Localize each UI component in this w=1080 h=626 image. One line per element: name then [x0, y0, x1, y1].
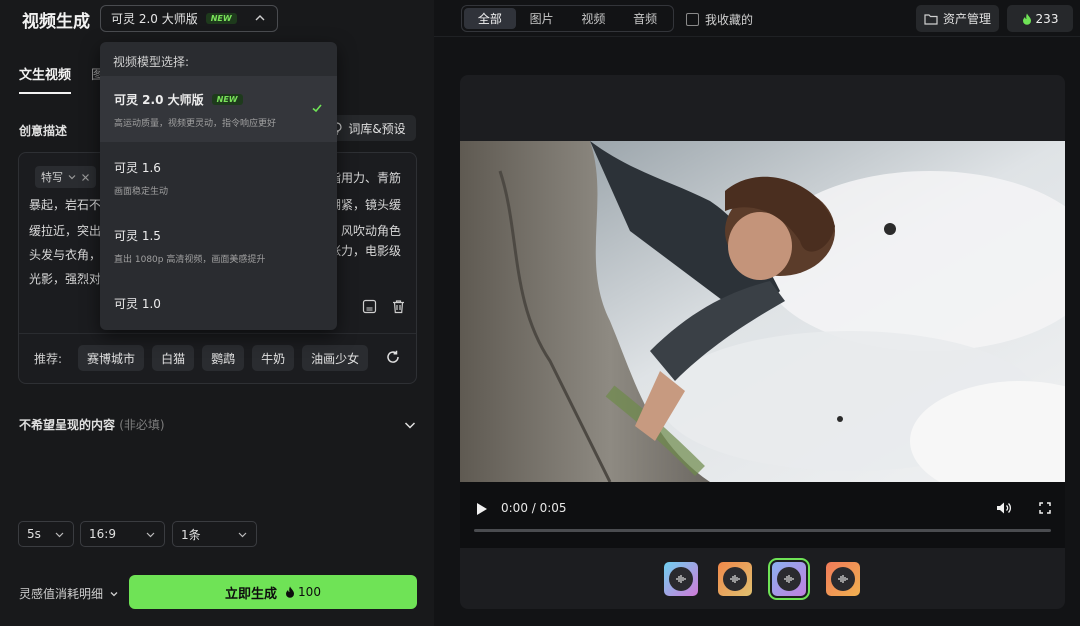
save-icon[interactable]: [362, 299, 377, 314]
result-thumbnail[interactable]: [664, 562, 698, 596]
model-option[interactable]: 可灵 2.0 大师版 NEW 高运动质量，视频更灵动，指令响应更好: [100, 76, 337, 142]
prompt-tag-chip[interactable]: 特写: [35, 166, 96, 188]
prompt-actions: [362, 299, 406, 314]
model-option-desc: 高运动质量，视频更灵动，指令响应更好: [114, 119, 277, 129]
recommend-chip[interactable]: 赛博城市: [78, 345, 145, 371]
trash-icon[interactable]: [391, 299, 406, 314]
refresh-icon[interactable]: [385, 349, 401, 365]
prompt-divider: [19, 333, 416, 334]
generate-label: 立即生成: [225, 586, 278, 602]
recommend-label: 推荐:: [34, 351, 63, 366]
left-panel: 视频生成 可灵 2.0 大师版 NEW 文生视频 图 创意描述 词库&预设 特写…: [0, 0, 434, 626]
result-thumbnail[interactable]: [826, 562, 860, 596]
aspect-ratio-value: 16:9: [89, 527, 116, 541]
audio-wave-icon: [669, 567, 693, 591]
video-time: 0:00 / 0:05: [501, 501, 567, 515]
model-option-name: 可灵 2.0 大师版 NEW: [114, 91, 323, 108]
asset-management-label: 资产管理: [942, 12, 991, 26]
prompt-text-line: 张力，电影级: [329, 244, 402, 258]
recommend-chip[interactable]: 油画少女: [302, 345, 369, 371]
model-option[interactable]: 可灵 1.0: [100, 280, 337, 330]
count-select[interactable]: 1条: [172, 521, 257, 547]
model-option-desc: 画面稳定生动: [114, 187, 169, 197]
duration-select[interactable]: 5s: [18, 521, 74, 547]
recommend-row: 推荐: 赛博城市 白猫 鹦鹉 牛奶 油画少女: [34, 345, 369, 371]
prompt-tag-label: 特写: [41, 171, 63, 184]
generate-button[interactable]: 立即生成 100: [129, 575, 417, 609]
audio-wave-icon: [777, 567, 801, 591]
flame-icon: [1022, 13, 1031, 25]
result-thumbnail[interactable]: [718, 562, 752, 596]
tab-text-to-video[interactable]: 文生视频: [19, 64, 72, 94]
chevron-down-icon: [110, 591, 118, 596]
result-thumbnail[interactable]: [768, 558, 810, 600]
page-title: 视频生成: [22, 12, 90, 32]
filter-all[interactable]: 全部: [464, 8, 516, 29]
favorites-toggle[interactable]: 我收藏的: [686, 11, 753, 28]
chevron-down-icon: [68, 175, 76, 180]
dropdown-heading: 视频模型选择:: [113, 55, 190, 69]
model-select-value: 可灵 2.0 大师版: [111, 12, 198, 26]
mode-tabs: 文生视频 图: [19, 64, 104, 94]
credits-balance[interactable]: 233: [1007, 5, 1073, 32]
cost-detail-toggle[interactable]: 灵感值消耗明细: [19, 585, 119, 602]
favorites-checkbox[interactable]: [686, 13, 699, 26]
chevron-down-icon: [55, 532, 64, 538]
new-badge: NEW: [211, 94, 243, 105]
volume-icon[interactable]: [996, 501, 1012, 515]
video-player-card: 0:00 / 0:05: [460, 75, 1065, 609]
video-still-image: [460, 141, 1065, 482]
check-icon: [312, 104, 322, 113]
model-option-desc: 直出 1080p 高清视频，画面美感提升: [114, 255, 266, 265]
model-option-name: 可灵 1.6: [114, 161, 161, 175]
recommend-chip[interactable]: 鹦鹉: [202, 345, 245, 371]
chevron-down-icon: [238, 532, 247, 538]
prompt-section-label: 创意描述: [19, 124, 68, 138]
prompt-text-line: ，风吹动角色: [329, 224, 402, 238]
library-presets-label: 词库&预设: [348, 121, 406, 136]
close-icon[interactable]: [81, 173, 90, 182]
folder-icon: [924, 13, 938, 25]
chevron-up-icon: [255, 15, 265, 21]
toolbar-divider: [434, 36, 1080, 37]
model-option[interactable]: 可灵 1.5 直出 1080p 高清视频，画面美感提升: [100, 212, 337, 278]
fullscreen-icon[interactable]: [1039, 502, 1051, 514]
count-value: 1条: [181, 527, 201, 542]
filter-audio[interactable]: 音频: [619, 8, 671, 29]
cost-detail-label: 灵感值消耗明细: [19, 587, 104, 601]
negative-prompt-label: 不希望呈现的内容 (非必填): [19, 418, 165, 432]
flame-icon: [286, 586, 295, 598]
model-option-name: 可灵 1.5: [114, 229, 161, 243]
asset-management-button[interactable]: 资产管理: [916, 5, 999, 32]
video-controls: [460, 482, 1065, 548]
asset-filter-tabs: 全部 图片 视频 音频: [461, 5, 674, 32]
video-progress-bar[interactable]: [474, 529, 1051, 532]
prompt-text-line: 绷紧，镜头缓: [329, 198, 402, 212]
model-select[interactable]: 可灵 2.0 大师版 NEW: [100, 5, 278, 32]
chevron-down-icon[interactable]: [403, 418, 417, 432]
negative-prompt-row[interactable]: 不希望呈现的内容 (非必填): [19, 416, 417, 433]
chevron-down-icon: [146, 532, 155, 538]
new-badge: NEW: [205, 13, 237, 24]
video-frame[interactable]: [460, 141, 1065, 482]
play-icon[interactable]: [476, 502, 488, 516]
audio-wave-icon: [723, 567, 747, 591]
aspect-ratio-select[interactable]: 16:9: [80, 521, 165, 547]
favorites-label: 我收藏的: [705, 13, 754, 27]
credits-value: 233: [1035, 11, 1059, 26]
model-option-name: 可灵 1.0: [114, 297, 161, 311]
audio-wave-icon: [831, 567, 855, 591]
model-dropdown: 视频模型选择: 可灵 2.0 大师版 NEW 高运动质量，视频更灵动，指令响应更…: [100, 42, 337, 330]
filter-images[interactable]: 图片: [516, 8, 568, 29]
model-option[interactable]: 可灵 1.6 画面稳定生动: [100, 144, 337, 210]
filter-videos[interactable]: 视频: [568, 8, 620, 29]
recommend-chip[interactable]: 牛奶: [252, 345, 295, 371]
duration-value: 5s: [27, 527, 41, 541]
negative-prompt-optional: (非必填): [119, 418, 165, 432]
prompt-text-line: 指用力、青筋: [329, 171, 402, 185]
recommend-chip[interactable]: 白猫: [152, 345, 195, 371]
generate-cost: 100: [285, 585, 321, 599]
